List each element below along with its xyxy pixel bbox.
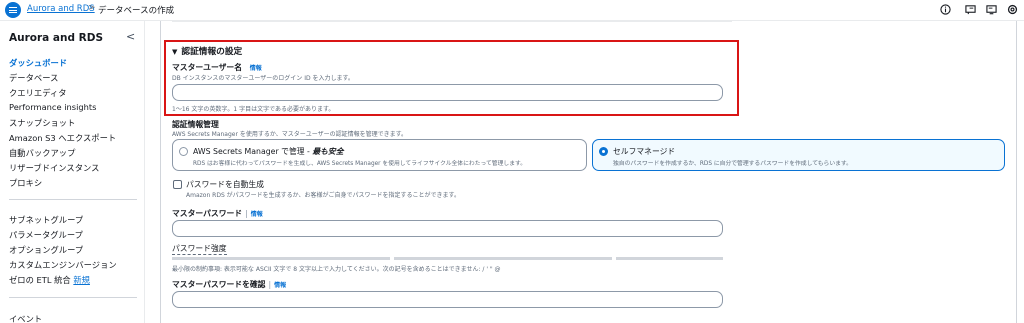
sidebar-item-option-groups[interactable]: オプショングループ xyxy=(9,244,83,256)
master-password-input[interactable] xyxy=(172,220,723,237)
breadcrumb-separator: > xyxy=(88,3,96,13)
new-badge: 新規 xyxy=(73,275,90,285)
info-link[interactable]: 情報 xyxy=(251,211,263,218)
sidebar-item-proxies[interactable]: プロキシ xyxy=(9,177,42,189)
option-self-managed[interactable]: セルフマネージド 独自のパスワードを作成するか、RDS に自分で管理するパスワー… xyxy=(592,139,1005,171)
caret-down-icon: ▼ xyxy=(172,48,178,56)
settings-icon[interactable] xyxy=(1007,4,1018,15)
option-secrets-manager-emphasis: 最も安全 xyxy=(312,147,344,156)
breadcrumb-aurora-rds[interactable]: Aurora and RDS xyxy=(27,4,95,14)
password-strength-label: パスワード強度 xyxy=(172,244,227,255)
sidebar-item-subnet-groups[interactable]: サブネットグループ xyxy=(9,214,83,226)
sidebar-title: Aurora and RDS xyxy=(9,32,104,44)
section-credential-settings[interactable]: ▼ 認証情報の設定 xyxy=(172,44,242,57)
sidebar-item-automated-backups[interactable]: 自動バックアップ xyxy=(9,147,75,159)
strength-segment xyxy=(394,257,612,260)
master-username-label-text: マスターユーザー名 xyxy=(172,63,243,72)
sidebar-item-zero-etl-label: ゼロの ETL 統合 xyxy=(9,275,71,285)
password-constraints: 最小限の制約事項: 表示可能な ASCII 文字で 8 文字以上で入力してくださ… xyxy=(172,266,501,273)
info-link[interactable]: 情報 xyxy=(274,282,286,289)
sidebar-item-custom-engine-versions[interactable]: カスタムエンジンバージョン xyxy=(9,259,117,271)
panel-divider xyxy=(172,21,732,22)
display-icon[interactable] xyxy=(986,4,997,15)
option-self-managed-desc: 独自のパスワードを作成するか、RDS に自分で管理するパスワードを作成してもらい… xyxy=(613,161,852,167)
master-username-label: マスターユーザー名 情報 xyxy=(172,62,262,73)
sidebar-item-s3-export[interactable]: Amazon S3 へエクスポート xyxy=(9,132,116,144)
strength-segment xyxy=(172,257,390,260)
sidebar-item-dashboard[interactable]: ダッシュボード xyxy=(9,57,67,69)
sidebar-item-parameter-groups[interactable]: パラメータグループ xyxy=(9,229,83,241)
info-circle-icon[interactable] xyxy=(940,4,951,15)
option-secrets-manager[interactable]: AWS Secrets Manager で管理 - 最も安全 RDS はお客様に… xyxy=(172,139,587,171)
breadcrumb-current: データベースの作成 xyxy=(98,6,175,16)
confirm-password-label-text: マスターパスワードを確認 xyxy=(172,280,266,289)
sidebar-item-performance-insights[interactable]: Performance insights xyxy=(9,102,97,112)
option-secrets-manager-title: AWS Secrets Manager で管理 - 最も安全 xyxy=(193,146,344,157)
radio-secrets-manager[interactable] xyxy=(179,147,188,156)
autogen-password-label[interactable]: パスワードを自動生成 xyxy=(186,179,264,190)
option-secrets-manager-desc: RDS はお客様に代わってパスワードを生成し、AWS Secrets Manag… xyxy=(193,161,526,167)
top-navigation: Aurora and RDS > データベースの作成 xyxy=(0,0,1024,21)
master-username-input[interactable] xyxy=(172,84,723,101)
sidebar-divider xyxy=(9,199,137,200)
sidebar-item-snapshots[interactable]: スナップショット xyxy=(9,117,75,129)
sidebar-item-zero-etl[interactable]: ゼロの ETL 統合 新規 xyxy=(9,274,90,286)
sidebar-item-reserved-instances[interactable]: リザーブドインスタンス xyxy=(9,162,99,174)
sidebar-item-events[interactable]: イベント xyxy=(9,313,42,323)
confirm-password-label: マスターパスワードを確認 | 情報 xyxy=(172,280,287,289)
master-password-label: マスターパスワード | 情報 xyxy=(172,209,263,218)
option-self-managed-title: セルフマネージド xyxy=(613,147,676,156)
info-link[interactable]: 情報 xyxy=(250,65,262,72)
option-secrets-manager-title-text: AWS Secrets Manager で管理 - xyxy=(193,147,313,156)
master-password-label-text: マスターパスワード xyxy=(172,209,243,218)
sidebar-item-databases[interactable]: データベース xyxy=(9,72,58,84)
confirm-password-input[interactable] xyxy=(172,291,723,308)
master-username-desc: DB インスタンスのマスターユーザーのログイン ID を入力します。 xyxy=(172,75,354,82)
menu-icon[interactable] xyxy=(5,2,21,18)
sidebar: Aurora and RDS < ダッシュボード データベース クエリエディタ … xyxy=(0,21,145,323)
sidebar-collapse-icon[interactable]: < xyxy=(126,30,135,43)
strength-segment xyxy=(616,257,723,260)
master-username-hint: 1〜16 文字の英数字。1 字目は文字である必要があります。 xyxy=(172,106,335,113)
radio-self-managed[interactable] xyxy=(599,147,608,156)
credential-management-desc: AWS Secrets Manager を使用するか、マスターユーザーの認証情報… xyxy=(172,131,408,138)
notifications-icon[interactable] xyxy=(965,4,976,15)
autogen-password-checkbox[interactable] xyxy=(173,180,182,189)
sidebar-item-query-editor[interactable]: クエリエディタ xyxy=(9,87,67,99)
autogen-password-desc: Amazon RDS がパスワードを生成するか、お客様がご自身でパスワードを指定… xyxy=(186,192,460,199)
sidebar-divider xyxy=(9,297,137,298)
section-title: 認証情報の設定 xyxy=(181,47,243,57)
